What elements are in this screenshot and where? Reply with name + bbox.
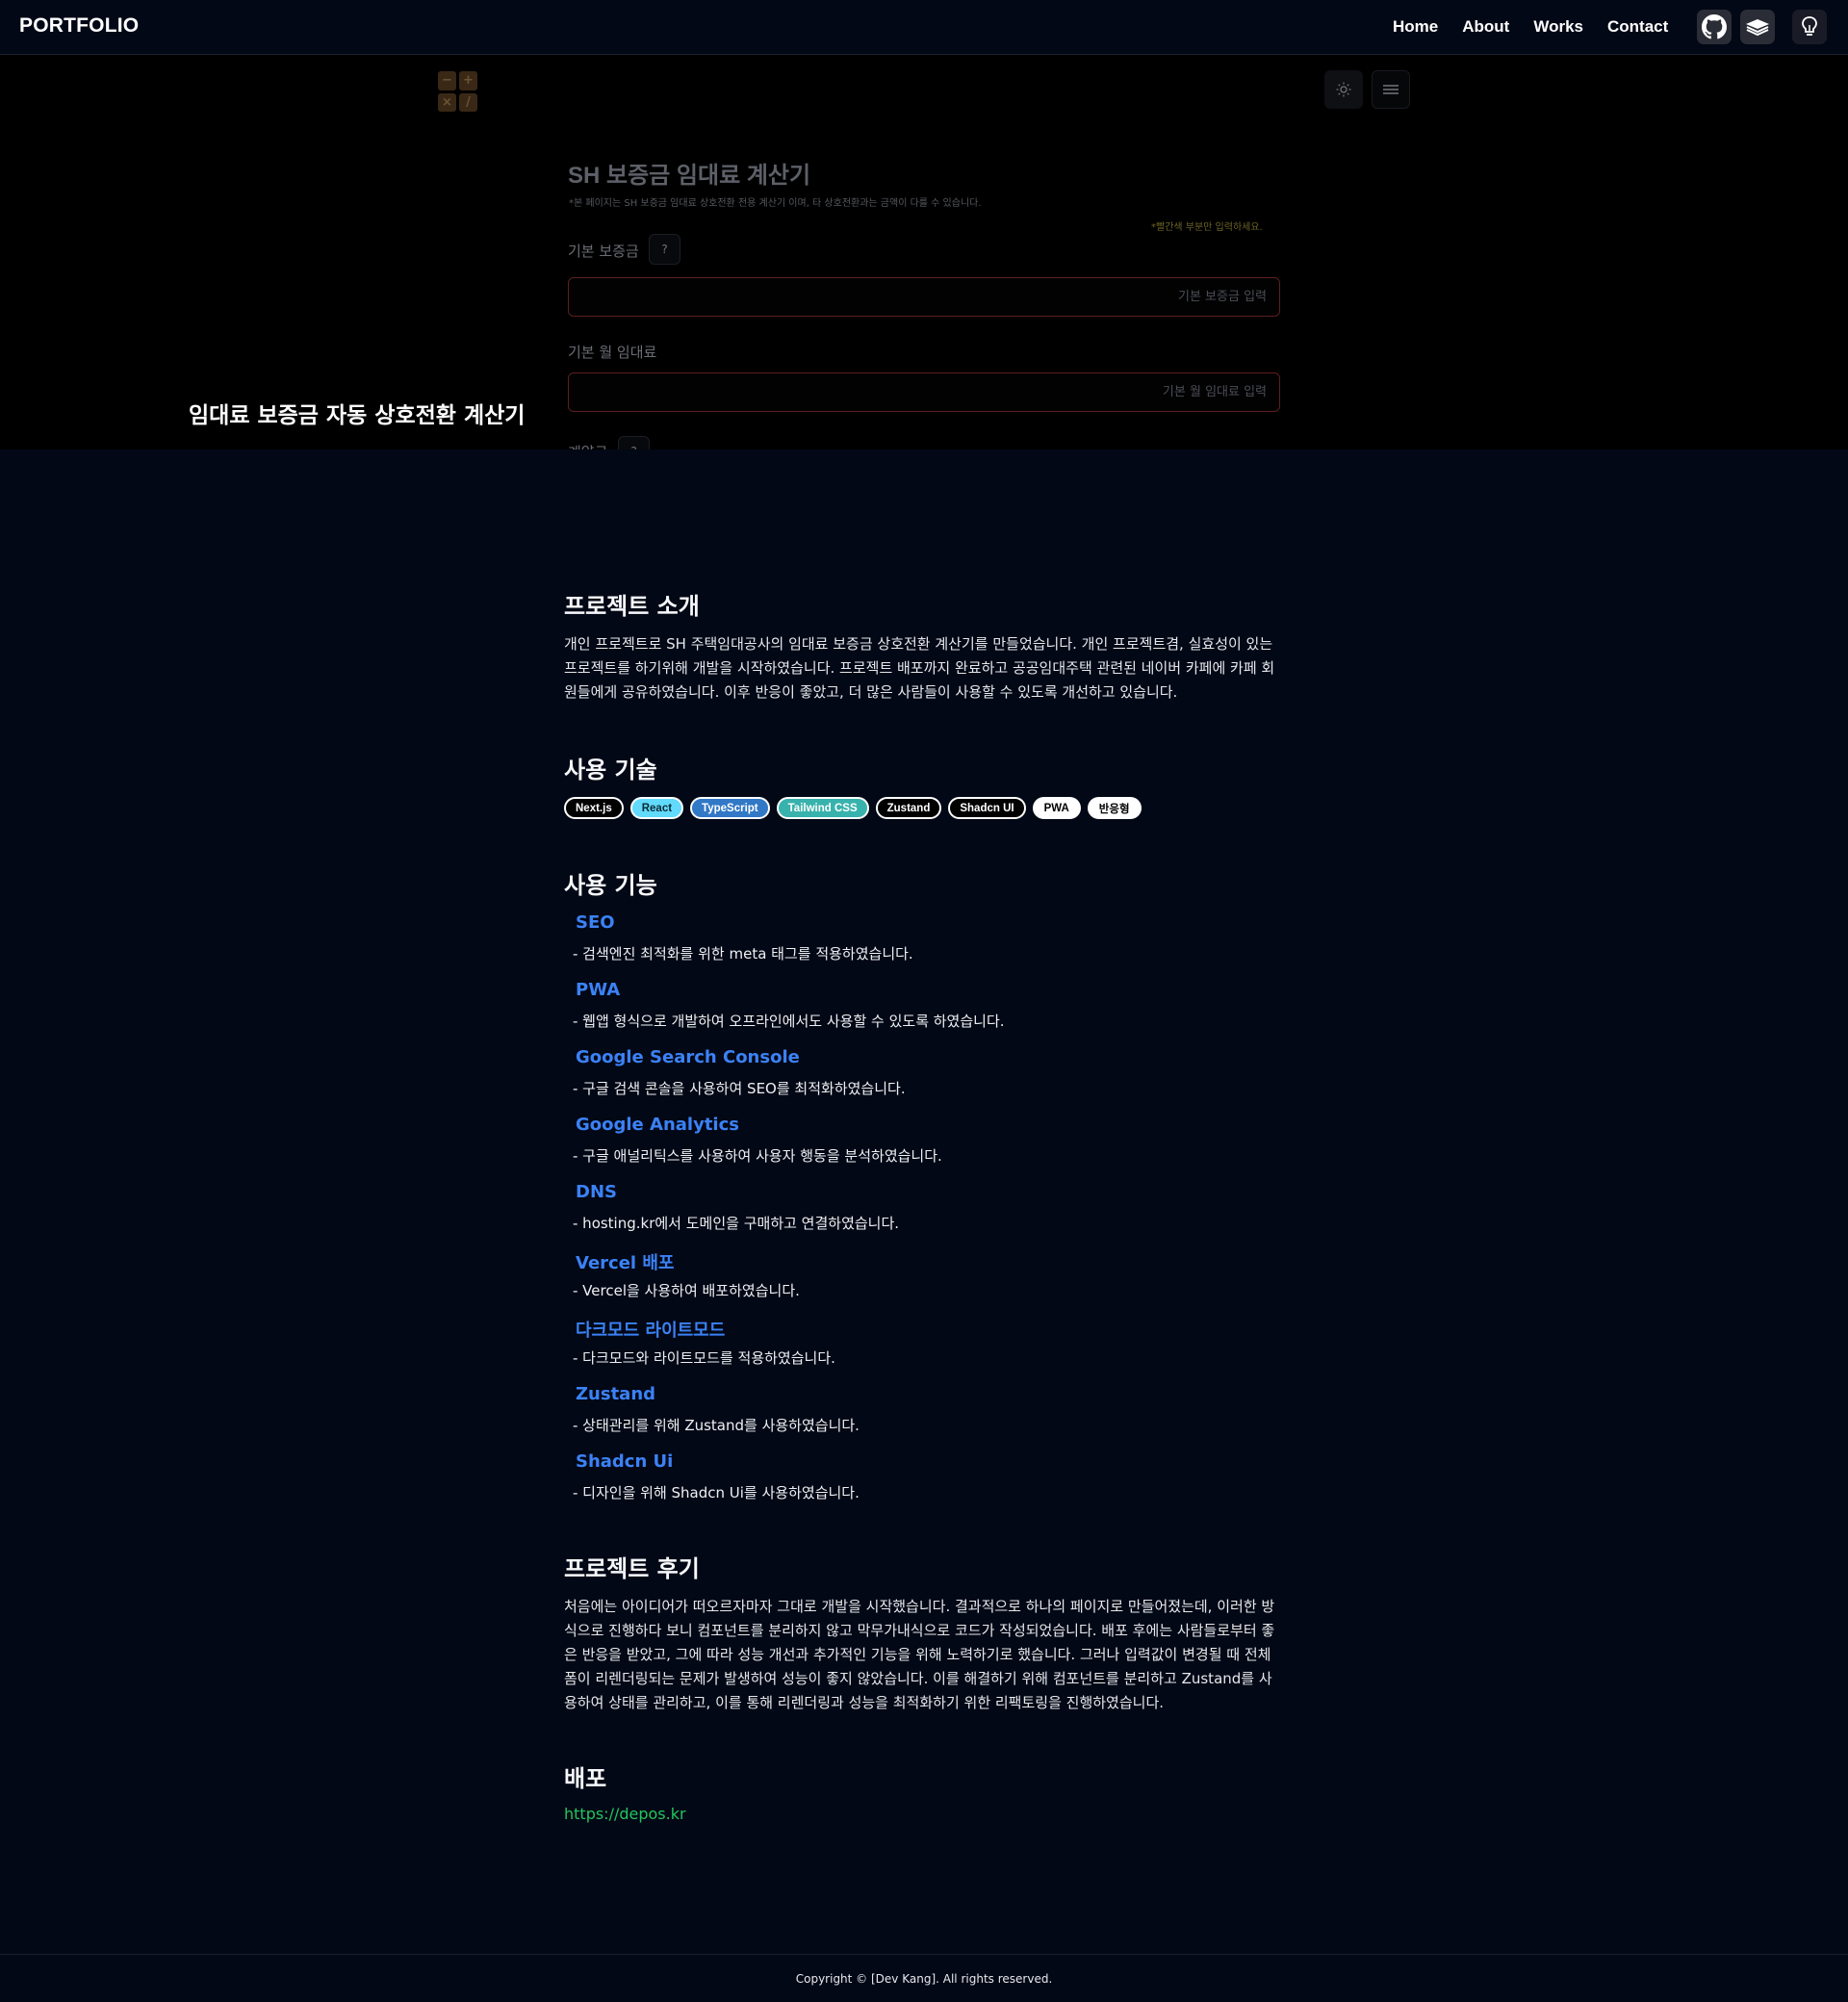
feature-title: Shadcn Ui [576, 1451, 674, 1472]
theme-toggle-button[interactable] [1792, 10, 1827, 44]
nav-icon-group [1697, 10, 1827, 44]
calculator-icon: − + × / [438, 71, 478, 112]
calc-title: SH 보증금 임대료 계산기 [568, 163, 811, 189]
feature-desc: - 다크모드와 라이트모드를 적용하였습니다. [573, 1349, 835, 1367]
github-button[interactable] [1697, 10, 1732, 44]
project-title: 임대료 보증금 자동 상호전환 계산기 [189, 403, 526, 428]
intro-text: 개인 프로젝트로 SH 주택임대공사의 임대료 보증금 상호전환 계산기를 만들… [564, 635, 1275, 701]
nav-link-works[interactable]: Works [1533, 17, 1583, 37]
copyright-text: Copyright © [Dev Kang]. All rights reser… [795, 1971, 1053, 1986]
rent-input[interactable] [568, 372, 1280, 412]
feature-desc: - hosting.kr에서 도메인을 구매하고 연결하였습니다. [573, 1215, 900, 1232]
footer: Copyright © [Dev Kang]. All rights reser… [0, 1954, 1848, 2002]
tech-tag: Shadcn UI [948, 797, 1026, 819]
lightbulb-icon [1802, 16, 1817, 36]
feature-title: 다크모드 라이트모드 [576, 1321, 726, 1341]
contract-label: 계약금 [568, 442, 607, 449]
nav-link-home[interactable]: Home [1393, 17, 1438, 37]
tech-tag: Zustand [875, 797, 942, 819]
tech-tag: Next.js [564, 797, 624, 819]
feature-desc: - 상태관리를 위해 Zustand를 사용하였습니다. [573, 1417, 860, 1434]
nav-links: Home About Works Contact [1393, 17, 1692, 37]
tech-heading: 사용 기술 [564, 757, 657, 783]
tech-tag: PWA [1032, 797, 1081, 819]
feature-desc: - 디자인을 위해 Shadcn Ui를 사용하였습니다. [573, 1484, 860, 1502]
tech-tag: TypeScript [690, 797, 770, 819]
contract-help-button[interactable]: ? [618, 436, 650, 449]
calc-red-note: *빨간색 부분만 입력하세요. [1151, 222, 1263, 233]
site-logo[interactable]: PORTFOLIO [19, 14, 139, 38]
feature-desc: - 검색엔진 최적화를 위한 meta 태그를 적용하였습니다. [573, 945, 913, 962]
deploy-link[interactable]: https://depos.kr [564, 1805, 686, 1823]
github-icon [1702, 14, 1727, 39]
review-text: 처음에는 아이디어가 떠오르자마자 그대로 개발을 시작했습니다. 결과적으로 … [564, 1598, 1275, 1711]
project-hero: − + × / SH 보증금 임대료 계산기 *본 페이지는 SH 보증금 임대료 … [0, 55, 1848, 449]
nav-link-about[interactable]: About [1462, 17, 1509, 37]
calc-note: *본 페이지는 SH 보증금 임대료 상호전환 전용 계산기 이며, 타 상호전… [569, 198, 982, 209]
rent-label: 기본 월 임대료 [568, 344, 657, 361]
feature-title: Zustand [576, 1384, 656, 1404]
feature-desc: - 구글 애널리틱스를 사용하여 사용자 행동을 분석하였습니다. [573, 1147, 942, 1165]
feature-desc: - 구글 검색 콘솔을 사용하여 SEO를 최적화하였습니다. [573, 1080, 906, 1097]
tech-tags: Next.js React TypeScript Tailwind CSS Zu… [564, 797, 1142, 819]
feature-title: Google Search Console [576, 1047, 800, 1067]
blog-button[interactable] [1740, 10, 1775, 44]
feature-desc: - Vercel을 사용하여 배포하였습니다. [573, 1282, 800, 1299]
feature-title: Vercel 배포 [576, 1253, 675, 1273]
tech-tag: React [629, 797, 684, 819]
menu-icon [1383, 85, 1399, 94]
top-navbar: PORTFOLIO Home About Works Contact [0, 0, 1848, 55]
deposit-input[interactable] [568, 277, 1280, 317]
deposit-label: 기본 보증금 [568, 243, 639, 260]
intro-heading: 프로젝트 소개 [564, 593, 700, 620]
nav-link-contact[interactable]: Contact [1607, 17, 1668, 37]
feature-title: DNS [576, 1182, 617, 1202]
deploy-heading: 배포 [564, 1765, 607, 1792]
review-heading: 프로젝트 후기 [564, 1555, 700, 1582]
tech-tag: Tailwind CSS [776, 797, 869, 819]
book-icon [1746, 19, 1769, 37]
feature-desc: - 웹앱 형식으로 개발하여 오프라인에서도 사용할 수 있도록 하였습니다. [573, 1013, 1005, 1030]
feature-title: PWA [576, 980, 621, 1000]
feature-title: SEO [576, 912, 615, 933]
features-heading: 사용 기능 [564, 872, 657, 899]
tech-tag: 반응형 [1087, 797, 1142, 819]
feature-title: Google Analytics [576, 1115, 739, 1135]
sun-icon [1336, 82, 1351, 97]
deposit-help-button[interactable]: ? [649, 234, 680, 265]
calc-theme-button[interactable] [1324, 70, 1363, 109]
calc-menu-button[interactable] [1372, 70, 1410, 109]
